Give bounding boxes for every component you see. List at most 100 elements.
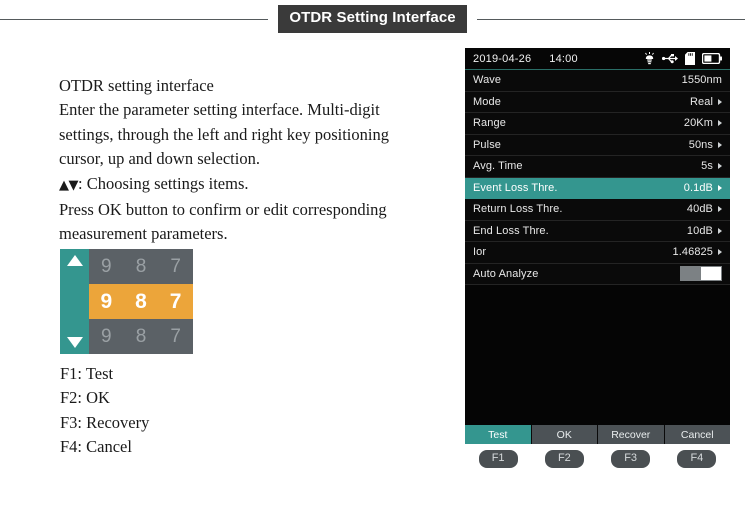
- description-line-5-text: : Choosing settings items.: [78, 173, 249, 193]
- auto-analyze-toggle[interactable]: [680, 266, 722, 282]
- digit-cell[interactable]: 8: [127, 326, 155, 348]
- setting-row-event-loss-thre[interactable]: Event Loss Thre. 0.1dB: [465, 177, 730, 199]
- digit-spinner[interactable]: 9 8 7 9 8 7 9 8 7: [60, 249, 193, 354]
- setting-row-avg-time[interactable]: Avg. Time 5s: [465, 156, 730, 178]
- chevron-right-icon: [718, 184, 722, 191]
- digit-cell[interactable]: 9: [92, 290, 120, 314]
- empty-content-area: [465, 285, 730, 415]
- setting-value[interactable]: 40dB: [687, 203, 722, 215]
- description-line-7: measurement parameters.: [59, 224, 228, 244]
- setting-value-text: 40dB: [686, 203, 713, 216]
- lamp-icon: [644, 52, 655, 65]
- setting-row-mode[interactable]: Mode Real: [465, 92, 730, 113]
- status-icon-group: [644, 52, 722, 65]
- triangle-up-icon[interactable]: [66, 255, 83, 266]
- setting-value[interactable]: 1.46825: [673, 246, 722, 258]
- setting-value[interactable]: 50ns: [689, 139, 722, 151]
- setting-row-wave[interactable]: Wave 1550nm: [465, 70, 730, 92]
- hardware-key-f3[interactable]: F3: [611, 450, 651, 469]
- setting-value-text: 5s: [701, 160, 713, 173]
- digit-grid: 9 8 7 9 8 7 9 8 7: [89, 249, 193, 354]
- fkey-legend-item: F3: Recovery: [60, 412, 150, 432]
- chevron-right-icon: [718, 120, 722, 127]
- digit-row-selected[interactable]: 9 8 7: [89, 284, 193, 319]
- sd-card-icon: [685, 52, 695, 65]
- title-rule-left: [0, 18, 269, 20]
- setting-value-text: 50ns: [688, 138, 713, 151]
- setting-label: Wave: [473, 74, 502, 87]
- setting-value[interactable]: 10dB: [687, 225, 722, 237]
- digit-cell[interactable]: 7: [162, 326, 190, 348]
- hardware-key-cell: F3: [598, 450, 664, 469]
- digit-cell[interactable]: 8: [127, 256, 155, 278]
- fkey-legend-item: F2: OK: [60, 388, 110, 408]
- setting-label: Avg. Time: [473, 160, 523, 173]
- setting-row-auto-analyze[interactable]: Auto Analyze: [465, 264, 730, 285]
- setting-row-pulse[interactable]: Pulse 50ns: [465, 135, 730, 156]
- setting-row-ior[interactable]: Ior 1.46825: [465, 242, 730, 264]
- setting-value[interactable]: 0.1dB: [684, 182, 722, 194]
- setting-label: Mode: [473, 95, 501, 108]
- battery-icon: [702, 53, 722, 64]
- chevron-right-icon: [718, 98, 722, 105]
- softkey-recover[interactable]: Recover: [598, 425, 665, 444]
- description-line-5: ▲▼: Choosing settings items.: [59, 172, 451, 198]
- fkey-legend-item: F1: Test: [60, 364, 114, 383]
- triangle-down-icon[interactable]: [66, 337, 83, 348]
- hardware-key-cell: F4: [664, 450, 730, 469]
- description-line-1: OTDR setting interface: [59, 76, 214, 95]
- page-title: OTDR Setting Interface: [278, 5, 467, 33]
- setting-label: Range: [473, 117, 506, 130]
- digit-cell[interactable]: 8: [127, 290, 155, 314]
- setting-value-text: 10dB: [686, 224, 713, 237]
- softkey-cancel[interactable]: Cancel: [664, 425, 730, 444]
- status-bar: 2019-04-26 14:00: [465, 48, 730, 70]
- device-screen: 2019-04-26 14:00 Wave 1550nm Mode Real R…: [465, 48, 730, 444]
- digit-cell[interactable]: 9: [92, 326, 120, 348]
- description-line-4: cursor, up and down selection.: [59, 149, 260, 169]
- setting-value[interactable]: 1550nm: [682, 74, 722, 86]
- setting-value-text: 1550nm: [681, 74, 722, 87]
- setting-value[interactable]: Real: [690, 96, 722, 108]
- setting-value-text: 20Km: [683, 117, 713, 130]
- description-line-6: Press OK button to confirm or edit corre…: [59, 200, 387, 220]
- settings-list: Wave 1550nm Mode Real Range 20Km Pulse 5…: [465, 70, 730, 285]
- setting-value[interactable]: 20Km: [684, 117, 722, 129]
- setting-row-return-loss-thre[interactable]: Return Loss Thre. 40dB: [465, 199, 730, 221]
- hardware-key-f4[interactable]: F4: [677, 450, 717, 469]
- digit-cell[interactable]: 7: [162, 256, 190, 278]
- setting-label: End Loss Thre.: [473, 224, 549, 237]
- digit-row[interactable]: 9 8 7: [89, 319, 193, 354]
- setting-row-end-loss-thre[interactable]: End Loss Thre. 10dB: [465, 221, 730, 242]
- hardware-key-cell: F2: [531, 450, 597, 469]
- description-line-3: settings, through the left and right key…: [59, 124, 389, 144]
- softkey-test[interactable]: Test: [465, 425, 532, 444]
- softkey-ok[interactable]: OK: [531, 425, 598, 444]
- title-rule-right: [476, 18, 745, 20]
- setting-label: Ior: [473, 246, 487, 259]
- status-date: 2019-04-26: [473, 52, 532, 65]
- page-title-bar: OTDR Setting Interface: [0, 0, 745, 38]
- digit-row[interactable]: 9 8 7: [89, 249, 193, 284]
- hardware-key-f2[interactable]: F2: [544, 450, 584, 469]
- description-line-2: Enter the parameter setting interface. M…: [59, 100, 380, 120]
- setting-value-text: 1.46825: [672, 246, 713, 259]
- setting-label: Pulse: [473, 138, 502, 151]
- soft-key-bar: Test OK Recover Cancel: [465, 425, 730, 444]
- setting-value[interactable]: 5s: [701, 160, 722, 172]
- setting-row-range[interactable]: Range 20Km: [465, 113, 730, 135]
- description-block: OTDR setting interface Enter the paramet…: [59, 74, 451, 247]
- fkey-legend-item: F4: Cancel: [60, 437, 132, 457]
- spinner-arrow-column[interactable]: [60, 249, 89, 354]
- up-down-arrow-icon: ▲▼: [59, 177, 79, 193]
- setting-value-text: 0.1dB: [683, 181, 713, 194]
- digit-cell[interactable]: 9: [92, 256, 120, 278]
- setting-label: Event Loss Thre.: [473, 181, 558, 194]
- digit-cell[interactable]: 7: [162, 290, 190, 314]
- setting-value-text: Real: [689, 95, 713, 108]
- chevron-right-icon: [718, 227, 722, 234]
- hardware-key-f1[interactable]: F1: [478, 450, 518, 469]
- chevron-right-icon: [718, 206, 722, 213]
- chevron-right-icon: [718, 141, 722, 148]
- chevron-right-icon: [718, 163, 722, 170]
